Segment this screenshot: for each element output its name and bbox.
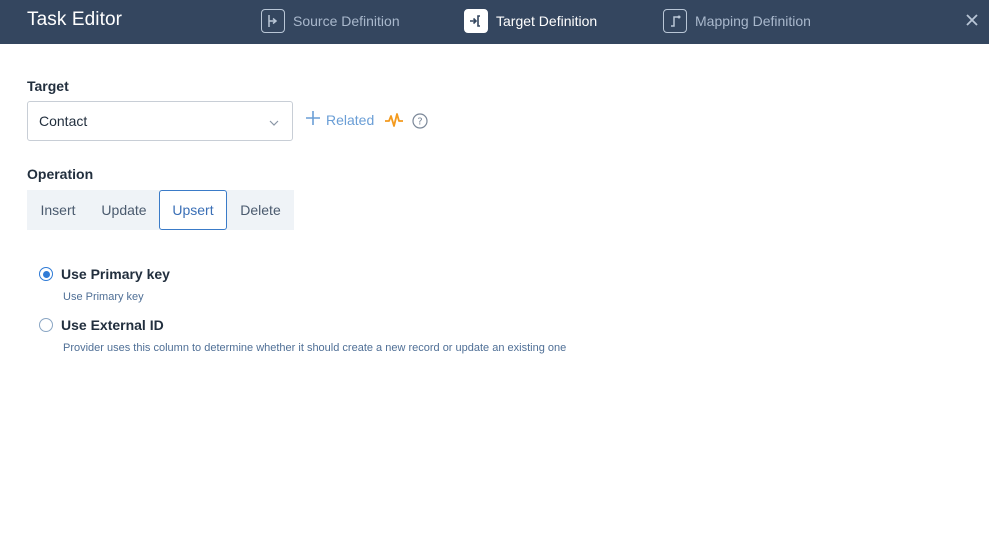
target-select[interactable]: Contact [27, 101, 293, 141]
step-label-target: Target Definition [496, 13, 598, 29]
use-external-id-option[interactable]: Use External ID [39, 317, 164, 333]
use-primary-key-radio[interactable] [39, 267, 53, 281]
operation-upsert-button[interactable]: Upsert [159, 190, 227, 230]
operation-insert-button[interactable]: Insert [27, 190, 89, 230]
step-label-mapping: Mapping Definition [695, 13, 811, 29]
use-external-id-label: Use External ID [61, 317, 164, 333]
use-primary-key-option[interactable]: Use Primary key [39, 266, 170, 282]
svg-text:?: ? [417, 117, 422, 128]
target-label: Target [27, 78, 69, 94]
source-definition-icon [261, 9, 285, 33]
task-editor-header: Task Editor Source Definition Target Def… [0, 0, 989, 44]
step-label-source: Source Definition [293, 13, 400, 29]
related-label: Related [326, 112, 375, 128]
use-external-id-description: Provider uses this column to determine w… [63, 342, 567, 354]
close-icon[interactable] [963, 11, 981, 29]
header-title: Task Editor [27, 9, 123, 30]
target-select-value: Contact [39, 113, 88, 129]
use-external-id-radio[interactable] [39, 318, 53, 332]
mapping-definition-icon [663, 9, 687, 33]
use-primary-key-label: Use Primary key [61, 266, 170, 282]
step-mapping-definition[interactable]: Mapping Definition [663, 8, 811, 34]
operation-update-button[interactable]: Update [89, 190, 159, 230]
step-target-definition[interactable]: Target Definition [464, 8, 597, 34]
step-source-definition[interactable]: Source Definition [261, 8, 400, 34]
help-icon[interactable]: ? [412, 113, 428, 134]
operation-delete-button[interactable]: Delete [227, 190, 294, 230]
operation-segmented-control: Insert Update Upsert Delete [27, 190, 294, 230]
chevron-down-icon [268, 116, 280, 134]
use-primary-key-description: Use Primary key [63, 291, 144, 303]
target-definition-icon [464, 9, 488, 33]
pulse-icon[interactable] [384, 110, 404, 135]
plus-icon [305, 110, 321, 131]
operation-label: Operation [27, 166, 94, 182]
add-related-button[interactable]: Related [305, 110, 374, 130]
